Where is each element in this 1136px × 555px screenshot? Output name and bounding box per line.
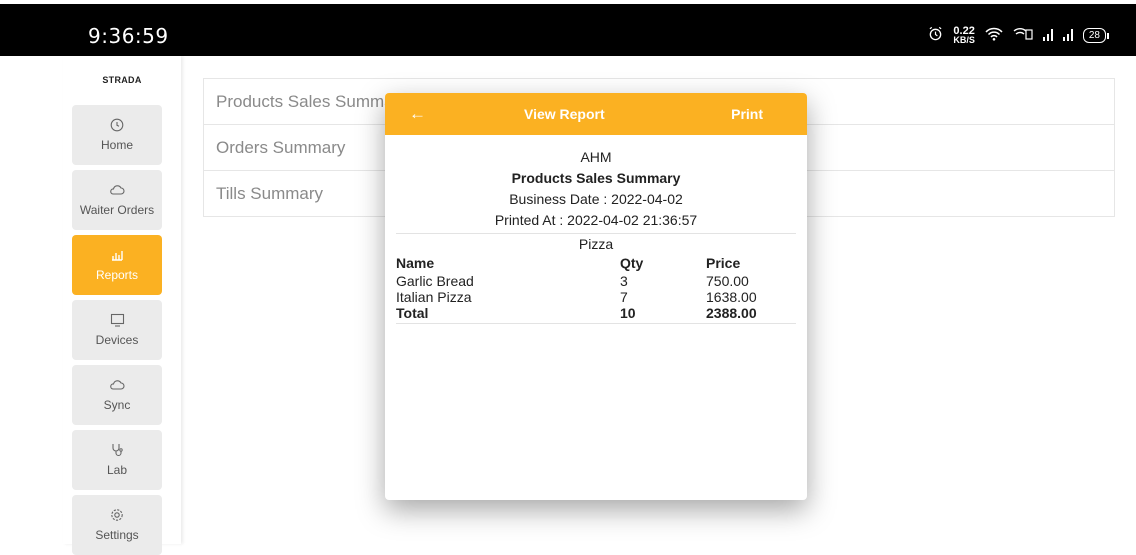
column-header: Qty bbox=[620, 255, 644, 271]
report-table: Name Qty Price Garlic Bread 3 750.00 Ita… bbox=[396, 254, 796, 321]
table-row: Italian Pizza 7 1638.00 bbox=[396, 289, 757, 305]
alarm-icon bbox=[928, 26, 943, 44]
table-total-row: Total 10 2388.00 bbox=[396, 305, 757, 321]
dialog-header: ← View Report Print bbox=[385, 93, 807, 135]
sidebar-item-label: Sync bbox=[103, 398, 131, 412]
monitor-icon bbox=[110, 313, 125, 330]
wifi-icon bbox=[985, 27, 1003, 44]
sidebar-item-label: Reports bbox=[95, 268, 139, 282]
report-content: AHM Products Sales Summary Business Date… bbox=[396, 135, 796, 324]
dialog-title: View Report bbox=[524, 106, 605, 122]
sidebar-item-label: Lab bbox=[106, 463, 128, 477]
sidebar-item-label: Devices bbox=[95, 333, 139, 347]
sidebar-item-sync[interactable]: Sync bbox=[72, 365, 162, 425]
column-header: Name bbox=[396, 255, 435, 271]
table-row: Garlic Bread 3 750.00 bbox=[396, 273, 749, 289]
clock-icon bbox=[110, 118, 124, 135]
bar-chart-icon bbox=[110, 248, 124, 265]
report-group-title: Pizza bbox=[578, 236, 614, 252]
status-icons: 0.22 KB/S 28 bbox=[928, 25, 1110, 45]
sidebar: STRADA Home Waiter Orders Reports Device… bbox=[63, 56, 181, 555]
sidebar-item-settings[interactable]: Settings bbox=[72, 495, 162, 555]
brand-logo: STRADA bbox=[102, 75, 142, 85]
battery-icon: 28 bbox=[1082, 27, 1110, 43]
view-report-dialog: ← View Report Print AHM Products Sales S… bbox=[385, 93, 807, 500]
cloud-icon bbox=[109, 183, 125, 200]
report-printed-at: Printed At : 2022-04-02 21:36:57 bbox=[494, 212, 698, 228]
clock-time: 9:36:59 bbox=[88, 24, 169, 48]
sidebar-item-home[interactable]: Home bbox=[72, 105, 162, 165]
report-business-date: Business Date : 2022-04-02 bbox=[509, 191, 683, 207]
net-speed: 0.22 KB/S bbox=[953, 25, 975, 45]
stethoscope-icon bbox=[110, 443, 124, 460]
sidebar-item-label: Home bbox=[100, 138, 133, 152]
divider bbox=[396, 323, 796, 324]
sidebar-item-label: Waiter Orders bbox=[79, 203, 155, 217]
volte-icon bbox=[1013, 27, 1033, 44]
print-button[interactable]: Print bbox=[731, 106, 763, 122]
report-company: AHM bbox=[580, 149, 612, 165]
signal-icon bbox=[1062, 29, 1073, 41]
sidebar-item-reports[interactable]: Reports bbox=[72, 235, 162, 295]
arrow-left-icon[interactable]: ← bbox=[409, 104, 426, 124]
status-bar: 9:36:59 0.22 KB/S 28 bbox=[0, 4, 1136, 56]
signal-icon bbox=[1042, 29, 1053, 41]
cloud-sync-icon bbox=[109, 378, 125, 395]
report-heading: Products Sales Summary bbox=[511, 170, 681, 186]
sidebar-item-devices[interactable]: Devices bbox=[72, 300, 162, 360]
gear-icon bbox=[110, 508, 124, 525]
table-header: Name Qty Price bbox=[396, 254, 796, 273]
sidebar-item-waiter-orders[interactable]: Waiter Orders bbox=[72, 170, 162, 230]
sidebar-item-label: Settings bbox=[95, 528, 139, 542]
column-header: Price bbox=[706, 255, 741, 271]
sidebar-item-lab[interactable]: Lab bbox=[72, 430, 162, 490]
